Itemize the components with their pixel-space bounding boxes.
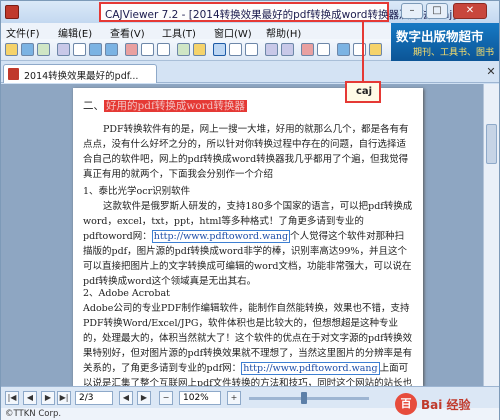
heading-prefix: 二、 [83,100,104,112]
hand-tool-icon[interactable] [73,43,86,56]
callout-annotation: caj [345,81,381,103]
tab-close-button[interactable]: ✕ [484,65,498,79]
menu-tools[interactable]: 工具(T) [162,25,196,40]
zoom-out-button-icon[interactable]: − [159,391,173,405]
ocr-icon[interactable] [177,43,190,56]
app-window: CAJViewer 7.2 - [2014转换效果最好的pdf转换成word转换… [0,0,500,420]
toolbar [1,39,391,61]
watermark-text: Bai 经验 [421,398,471,412]
zoom-slider[interactable] [249,397,369,400]
single-page-icon[interactable] [213,43,226,56]
first-page-icon[interactable]: |◀ [5,391,19,405]
menu-edit[interactable]: 编辑(E) [58,25,92,40]
callout-pointer [362,22,364,83]
title-bar: CAJViewer 7.2 - [2014转换效果最好的pdf转换成word转换… [1,1,499,23]
forward-icon[interactable]: ▶ [137,391,151,405]
fit-page-icon[interactable] [157,43,170,56]
prev-page-button-icon[interactable]: ◀ [23,391,37,405]
pdftoword-link-2[interactable]: http://www.pdftoword.wang [241,362,380,375]
item1-title: 1、泰比光学ocr识别软件 [83,186,191,197]
tab-label: 2014转换效果最好的pdf... [24,71,139,82]
heading-highlight: 好用的pdf转换成word转换器 [104,100,247,112]
menu-help[interactable]: 帮助(H) [266,25,301,40]
ad-banner[interactable]: 数字出版物超市 期刊、工具书、图书 [391,23,499,63]
minimize-button[interactable]: – [401,3,423,19]
paragraph-item1: 这款软件是俄罗斯人研发的，支持180多个国家的语言，可以把pdf转换成word，… [83,199,413,289]
zoom-in-button-icon[interactable]: + [227,391,241,405]
search-icon[interactable] [317,43,330,56]
last-page-icon[interactable]: ▶| [57,391,71,405]
watermark-badge: 百 [395,393,417,415]
page-indicator[interactable]: 2/3 [75,391,113,405]
zoom-in-icon[interactable] [89,43,102,56]
menu-bar: 文件(F) 编辑(E) 查看(V) 工具(T) 窗口(W) 帮助(H) [1,23,391,40]
zoom-out-icon[interactable] [105,43,118,56]
maximize-button[interactable]: □ [426,3,448,19]
document-page: 二、 好用的pdf转换成word转换器 PDF转换软件有的是，网上一搜一大堆，好用… [73,88,423,404]
prev-page-icon[interactable] [265,43,278,56]
title-highlight-box: CAJViewer 7.2 - [2014转换效果最好的pdf转换成word转换… [99,2,456,22]
two-page-icon[interactable] [245,43,258,56]
next-page-button-icon[interactable]: ▶ [41,391,55,405]
caj-file-icon [8,68,19,80]
baidu-jingyan-watermark: 百 Bai 经验 [395,391,497,419]
menu-view[interactable]: 查看(V) [110,25,145,40]
document-area: 二、 好用的pdf转换成word转换器 PDF转换软件有的是，网上一搜一大堆，好用… [1,84,499,404]
scrollbar-thumb[interactable] [486,124,497,164]
help-icon[interactable] [369,43,382,56]
open-icon[interactable] [5,43,18,56]
item2-title: 2、Adobe Acrobat [83,288,170,299]
pdftoword-link-1[interactable]: http://www.pdftoword.wang [151,230,291,243]
vertical-scrollbar[interactable] [483,84,499,386]
callout-text: caj [356,86,373,97]
copyright-text: ©TTKN Corp. [5,409,62,419]
section-heading: 二、 好用的pdf转换成word转换器 [83,98,247,113]
next-page-icon[interactable] [281,43,294,56]
save-icon[interactable] [21,43,34,56]
tab-row: 2014转换效果最好的pdf... [1,61,499,83]
back-icon[interactable]: ◀ [119,391,133,405]
bookmark-icon[interactable] [301,43,314,56]
rotate-icon[interactable] [125,43,138,56]
zoom-level[interactable]: 102% [179,391,221,405]
image-icon[interactable] [337,43,350,56]
close-button[interactable]: ✕ [453,3,487,19]
menu-window[interactable]: 窗口(W) [214,25,252,40]
ad-title: 数字出版物超市 [396,29,484,44]
print-icon[interactable] [37,43,50,56]
continuous-page-icon[interactable] [229,43,242,56]
zoom-slider-knob[interactable] [301,392,307,404]
menu-file[interactable]: 文件(F) [6,25,40,40]
app-icon [5,5,19,19]
copy-icon[interactable] [353,43,366,56]
note-icon[interactable] [193,43,206,56]
paragraph-intro: PDF转换软件有的是，网上一搜一大堆，好用的就那么几个，都是各有有点点，没有什么… [83,124,409,180]
document-tab[interactable]: 2014转换效果最好的pdf... [3,64,157,83]
select-text-icon[interactable] [57,43,70,56]
fit-width-icon[interactable] [141,43,154,56]
ad-subtitle: 期刊、工具书、图书 [413,48,495,58]
